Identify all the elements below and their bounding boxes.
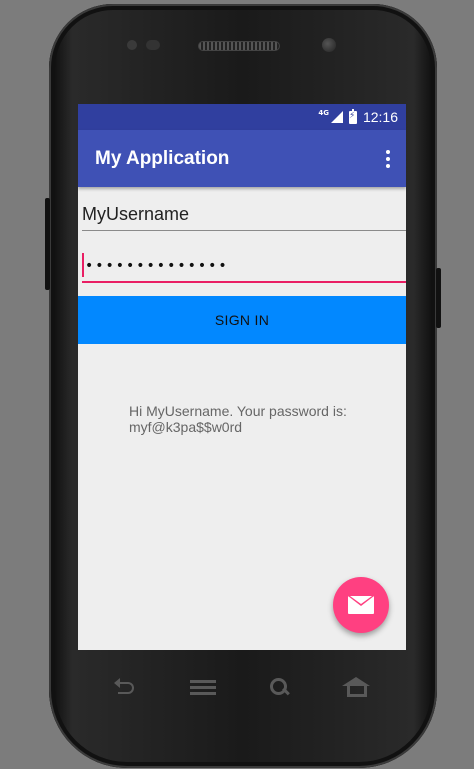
password-input[interactable] <box>82 251 406 281</box>
overflow-dot <box>386 157 390 161</box>
overflow-dot <box>386 164 390 168</box>
more-vert-icon[interactable] <box>386 150 390 168</box>
app-bar: My Application <box>78 130 406 187</box>
light-sensor <box>146 40 160 50</box>
sign-in-button[interactable]: SIGN IN <box>78 296 406 344</box>
power-button[interactable] <box>436 268 441 328</box>
device-screen: 4G 12:16 My Application SIGN IN Hi MyUse… <box>78 104 406 650</box>
search-icon[interactable] <box>268 677 296 697</box>
email-fab-button[interactable] <box>333 577 389 633</box>
back-icon[interactable] <box>112 677 140 697</box>
status-time: 12:16 <box>362 109 398 125</box>
battery-icon <box>348 108 357 124</box>
app-title: My Application <box>95 147 230 169</box>
overflow-dot <box>386 150 390 154</box>
earpiece-speaker <box>198 41 280 51</box>
network-type-label: 4G <box>318 109 329 117</box>
password-field-wrapper <box>82 251 406 283</box>
emulator-stage: 4G 12:16 My Application SIGN IN Hi MyUse… <box>0 0 474 769</box>
menu-icon[interactable] <box>190 677 218 697</box>
front-camera <box>322 38 336 52</box>
username-field-wrapper <box>82 199 406 231</box>
email-icon <box>348 596 374 614</box>
home-icon[interactable] <box>342 677 370 697</box>
signal-icon <box>330 111 343 123</box>
proximity-sensor <box>127 40 137 50</box>
username-input[interactable] <box>82 199 406 229</box>
result-message: Hi MyUsername. Your password is: myf@k3p… <box>129 403 347 435</box>
status-bar: 4G 12:16 <box>78 104 406 130</box>
volume-button[interactable] <box>45 198 50 290</box>
text-cursor <box>82 253 84 277</box>
